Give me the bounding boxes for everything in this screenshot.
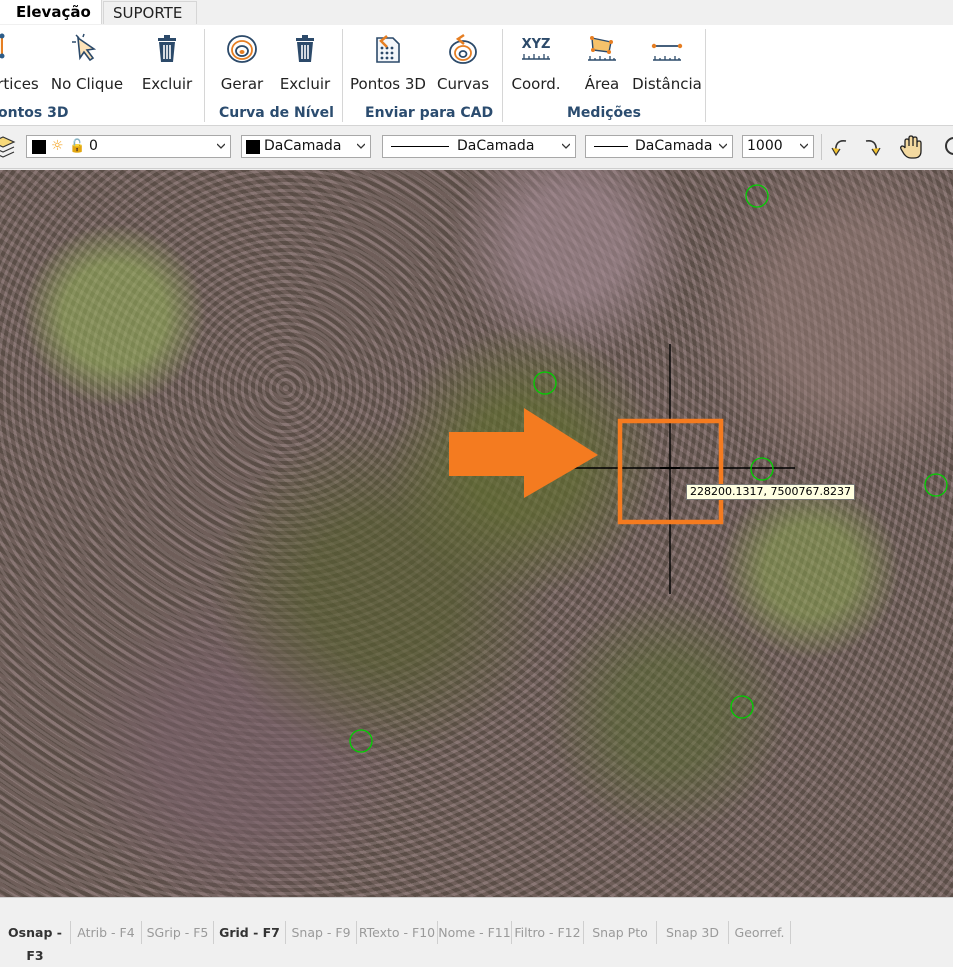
lock-open-icon: 🔓 (69, 139, 86, 154)
excluir-points-button[interactable]: Excluir (138, 28, 196, 100)
group-separator (502, 29, 503, 122)
viewport-overlay (349, 184, 948, 753)
zoom-icon[interactable] (942, 134, 953, 160)
contour-generate-icon (227, 35, 257, 63)
pointer-arrow (449, 408, 598, 498)
undo-icon[interactable] (826, 134, 852, 160)
status-filtro[interactable]: Filtro - F12 (512, 921, 584, 944)
status-snap-3d[interactable]: Snap 3D (657, 921, 729, 944)
layers-icon[interactable] (0, 134, 16, 160)
sun-icon: ☼ (51, 138, 64, 154)
lineweight-preview (594, 146, 628, 147)
vertices-icon (0, 33, 5, 59)
group-separator (204, 29, 205, 122)
pontos-3d-button[interactable]: Pontos 3D (348, 28, 428, 100)
coordinate-tooltip: 228200.1317, 7500767.8237 (686, 484, 855, 500)
click-cursor-icon (72, 33, 97, 62)
control-point-marker[interactable] (750, 457, 774, 481)
status-snap[interactable]: Snap - F9 (286, 921, 357, 944)
control-point-marker[interactable] (924, 473, 948, 497)
excluir-curves-button[interactable]: Excluir (276, 28, 334, 100)
distance-measure-icon (651, 43, 683, 61)
layer-color-swatch (32, 140, 46, 154)
group-separator (705, 29, 706, 122)
lineweight-select[interactable]: DaCamada (585, 135, 733, 158)
properties-toolbar: ☼ 🔓 0 DaCamada DaCamada DaCamada 1000 (0, 126, 953, 169)
group-separator (342, 29, 343, 122)
color-swatch (246, 140, 260, 154)
status-osnap[interactable]: Osnap - F3 (0, 921, 71, 963)
distancia-button[interactable]: Distância (632, 28, 702, 100)
group-label-medicoes: Medições (567, 105, 641, 121)
layer-value: 0 (89, 138, 98, 154)
tab-elevacao[interactable]: Elevação (0, 0, 102, 24)
color-select[interactable]: DaCamada (241, 135, 371, 158)
control-point-marker[interactable] (745, 184, 769, 208)
control-point-marker[interactable] (533, 371, 557, 395)
vertices-button[interactable]: rtices (0, 28, 40, 100)
coord-button[interactable]: XYZ Coord. (508, 28, 564, 100)
status-bar: Osnap - F3 Atrib - F4 SGrip - F5 Grid - … (0, 897, 953, 963)
trash-icon (296, 35, 314, 62)
points-3d-icon (376, 35, 400, 63)
pan-hand-icon[interactable] (898, 134, 924, 160)
curvas-button[interactable]: Curvas (434, 28, 492, 100)
status-nome[interactable]: Nome - F11 (438, 921, 512, 944)
ribbon-tab-strip: Elevação SUPORTE (0, 0, 953, 26)
status-sgrip[interactable]: SGrip - F5 (142, 921, 214, 944)
chevron-down-icon (719, 143, 727, 149)
map-viewport[interactable]: 228200.1317, 7500767.8237 (0, 170, 953, 897)
chevron-down-icon (217, 143, 225, 149)
trash-icon (158, 35, 176, 62)
chevron-down-icon (562, 143, 570, 149)
svg-text:XYZ: XYZ (522, 37, 551, 52)
no-clique-button[interactable]: No Clique (48, 28, 126, 100)
tab-suporte[interactable]: SUPORTE (103, 1, 197, 24)
linetype-preview (391, 146, 449, 147)
color-value: DaCamada (264, 138, 342, 154)
status-atrib[interactable]: Atrib - F4 (71, 921, 142, 944)
control-point-marker[interactable] (730, 695, 754, 719)
chevron-down-icon (357, 143, 365, 149)
status-grid[interactable]: Grid - F7 (214, 921, 286, 944)
status-snap-pto[interactable]: Snap Pto (584, 921, 657, 944)
scale-value: 1000 (747, 138, 783, 154)
area-button[interactable]: Área (576, 28, 628, 100)
scale-select[interactable]: 1000 (742, 135, 814, 158)
layer-select[interactable]: ☼ 🔓 0 (26, 135, 231, 158)
gerar-button[interactable]: Gerar (214, 28, 270, 100)
ribbon: rtices No Clique Excluir ontos 3D Gerar (0, 25, 953, 126)
group-label-curva-de-nivel: Curva de Nível (219, 105, 334, 121)
status-georref[interactable]: Georref. (729, 921, 791, 944)
linetype-value: DaCamada (457, 138, 535, 154)
group-label-pontos-3d: ontos 3D (0, 105, 69, 121)
curves-icon (449, 33, 477, 64)
crosshair-cursor (545, 344, 795, 594)
control-point-marker[interactable] (349, 729, 373, 753)
chevron-down-icon (800, 143, 808, 149)
xyz-coord-icon: XYZ (522, 37, 551, 60)
group-label-enviar-para-cad: Enviar para CAD (365, 105, 494, 121)
status-rtexto[interactable]: RTexto - F10 (357, 921, 438, 944)
redo-icon[interactable] (860, 134, 886, 160)
toolbar-separator (821, 134, 822, 160)
area-measure-icon (588, 36, 616, 61)
linetype-select[interactable]: DaCamada (382, 135, 576, 158)
lineweight-value: DaCamada (635, 138, 713, 154)
